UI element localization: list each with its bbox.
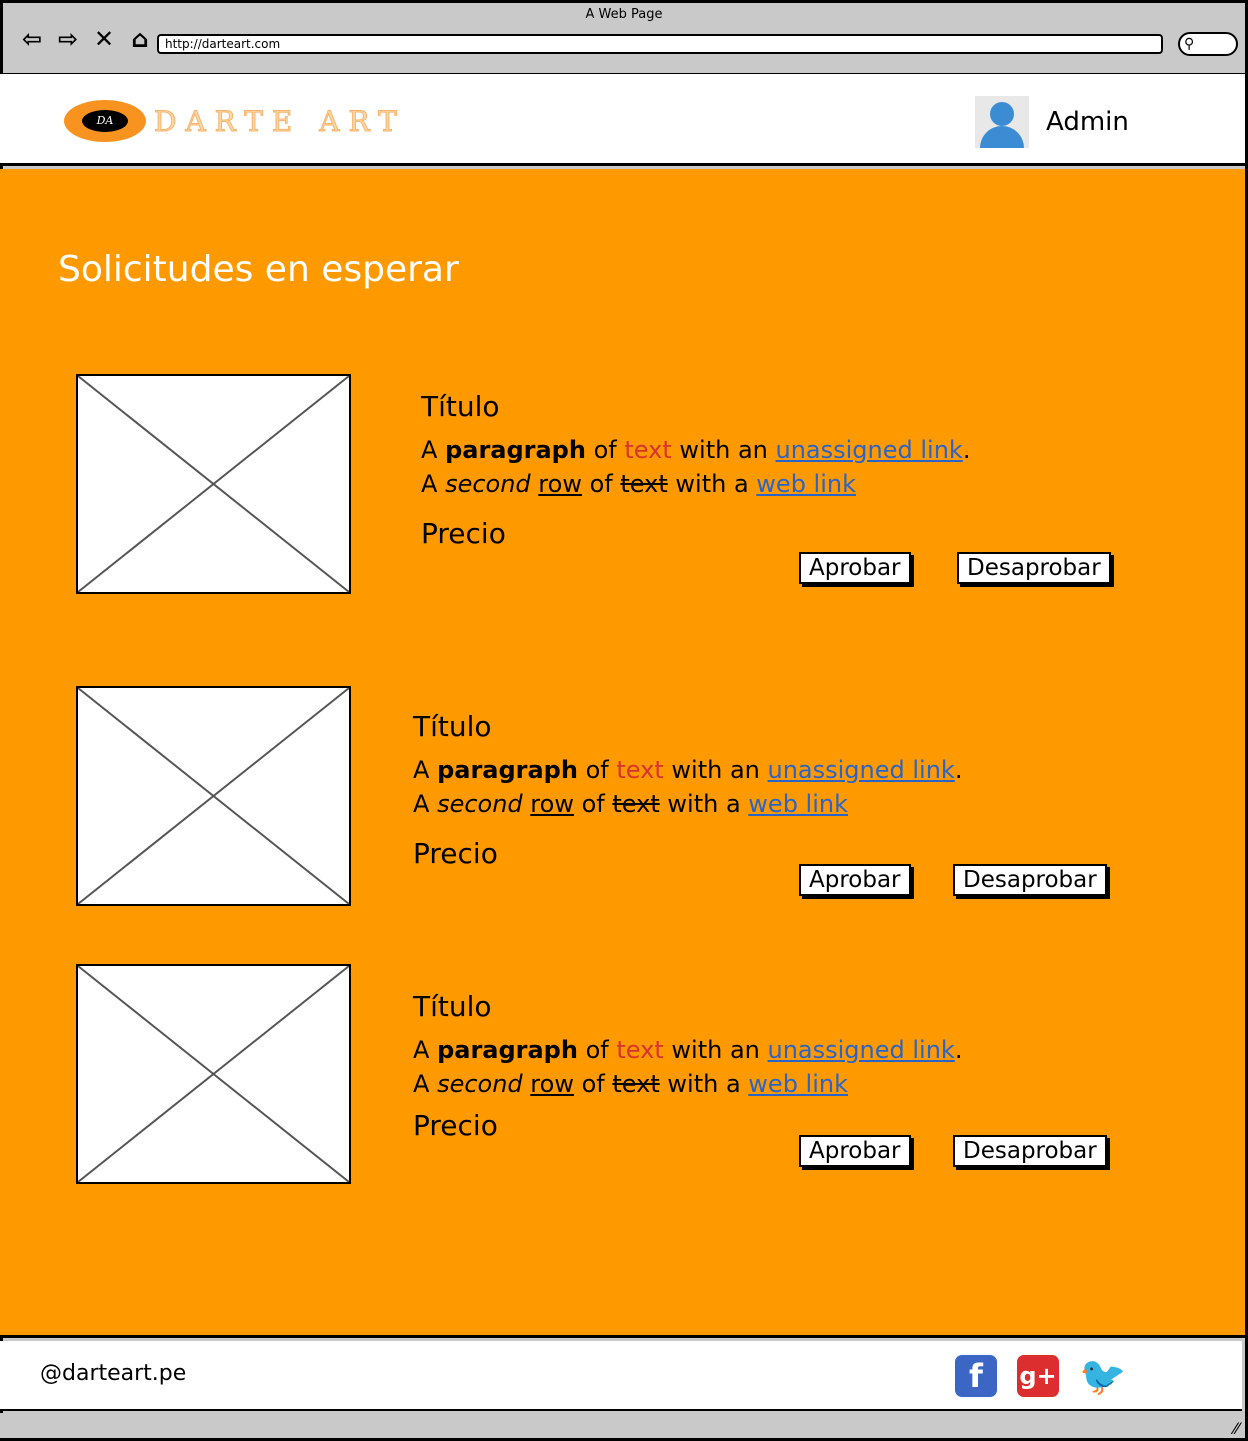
browser-nav: ⇦ ⇨ ✕ ⌂ [17, 25, 155, 53]
web-link[interactable]: web link [748, 790, 848, 818]
card-description: A paragraph of text with an unassigned l… [413, 1036, 963, 1098]
image-placeholder [76, 374, 351, 594]
facebook-icon[interactable]: f [955, 1355, 997, 1397]
web-link[interactable]: web link [748, 1070, 848, 1098]
social-handle: @darteart.pe [40, 1361, 187, 1386]
forward-icon[interactable]: ⇨ [53, 25, 83, 53]
card-price: Precio [421, 517, 506, 550]
back-icon[interactable]: ⇦ [17, 25, 47, 53]
card-description: A paragraph of text with an unassigned l… [413, 756, 963, 818]
unassigned-link[interactable]: unassigned link [776, 436, 963, 464]
site-logo[interactable]: DA DARTE ART [64, 100, 406, 142]
reject-button[interactable]: Desaprobar [953, 1135, 1107, 1167]
user-menu[interactable]: Admin [975, 96, 1129, 148]
unassigned-link[interactable]: unassigned link [768, 756, 955, 784]
logo-badge-text: DA [82, 110, 128, 132]
image-placeholder [76, 686, 351, 906]
avatar[interactable] [975, 96, 1029, 148]
card-content: Título A paragraph of text with an unass… [413, 990, 962, 1142]
approve-button[interactable]: Aprobar [799, 1135, 911, 1167]
url-bar[interactable]: http://darteart.com [157, 34, 1163, 54]
close-icon[interactable]: ✕ [89, 25, 119, 53]
googleplus-icon[interactable]: g+ [1017, 1355, 1059, 1397]
main-content: Solicitudes en esperar Título A paragrap… [0, 169, 1245, 1338]
site-footer: @darteart.pe f g+ 🐦 [0, 1341, 1242, 1411]
reject-button[interactable]: Desaprobar [953, 864, 1107, 896]
image-placeholder [76, 964, 351, 1184]
browser-search[interactable]: ⚲ [1178, 32, 1238, 56]
approve-button[interactable]: Aprobar [799, 552, 911, 584]
site-header: DA DARTE ART Admin [0, 74, 1245, 166]
avatar-head [990, 102, 1014, 126]
browser-titlebar: A Web Page ⇦ ⇨ ✕ ⌂ http://darteart.com ⚲ [3, 3, 1245, 75]
user-name: Admin [1046, 107, 1129, 137]
card-description: A paragraph of text with an unassigned l… [421, 436, 971, 498]
avatar-body [980, 126, 1024, 148]
logo-badge: DA [64, 100, 146, 142]
approve-button[interactable]: Aprobar [799, 864, 911, 896]
logo-text: DARTE ART [154, 104, 406, 138]
twitter-icon[interactable]: 🐦 [1079, 1355, 1126, 1397]
window-title: A Web Page [585, 7, 663, 22]
reject-button[interactable]: Desaprobar [957, 552, 1111, 584]
card-title: Título [421, 390, 500, 423]
home-icon[interactable]: ⌂ [125, 25, 155, 53]
search-icon: ⚲ [1184, 36, 1195, 52]
card-title: Título [413, 990, 492, 1023]
social-links: f g+ 🐦 [955, 1355, 1126, 1397]
browser-statusbar: ⁄⁄ [0, 1413, 1245, 1438]
card-content: Título A paragraph of text with an unass… [421, 390, 970, 550]
card-content: Título A paragraph of text with an unass… [413, 710, 962, 870]
web-link[interactable]: web link [756, 470, 856, 498]
page-title: Solicitudes en esperar [58, 249, 459, 290]
resize-handle-icon[interactable]: ⁄⁄ [1234, 1419, 1239, 1438]
unassigned-link[interactable]: unassigned link [768, 1036, 955, 1064]
card-title: Título [413, 710, 492, 743]
